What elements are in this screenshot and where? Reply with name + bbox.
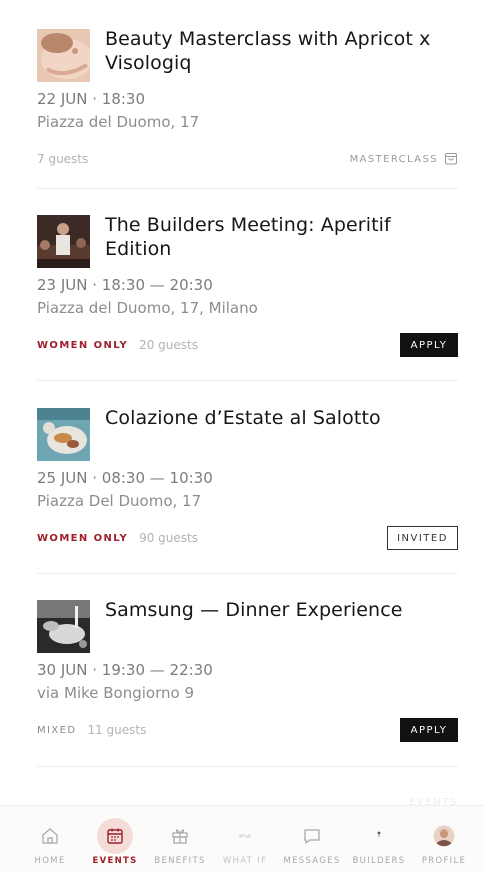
event-card[interactable]: Samsung — Dinner Experience 30 JUN · 19:… — [37, 598, 458, 742]
event-title[interactable]: Beauty Masterclass with Apricot x Visolo… — [105, 27, 445, 75]
event-title[interactable]: Colazione d’Estate al Salotto — [105, 406, 445, 430]
tab-events[interactable]: EVENTS — [82, 806, 148, 872]
event-datetime: 30 JUN · 19:30 — 22:30 — [37, 661, 213, 679]
event-datetime: 25 JUN · 08:30 — 10:30 — [37, 469, 213, 487]
women-only-tag: WOMEN ONLY — [37, 339, 129, 351]
event-datetime: 22 JUN · 18:30 — [37, 90, 146, 108]
guest-count: 90 guests — [139, 531, 198, 545]
calendar-icon — [97, 818, 133, 854]
avatar-icon — [426, 818, 462, 854]
event-thumbnail — [37, 600, 90, 653]
tab-label: MESSAGES — [283, 856, 341, 866]
event-card[interactable]: Colazione d’Estate al Salotto 25 JUN · 0… — [37, 406, 458, 550]
tab-label: EVENTS — [92, 856, 138, 866]
divider — [37, 766, 458, 767]
event-thumbnail — [37, 215, 90, 268]
event-location: Piazza Del Duomo, 17 — [37, 492, 202, 510]
bottom-tab-bar: HOME EVENTS BENEFITS WHAT IF MESSAGES BU… — [0, 805, 484, 872]
builders-icon — [361, 818, 397, 854]
tab-profile[interactable]: PROFILE — [411, 806, 477, 872]
tab-label: WHAT IF — [222, 856, 268, 866]
tab-what-if[interactable]: WHAT IF — [212, 806, 278, 872]
home-icon — [32, 818, 68, 854]
divider — [37, 573, 458, 574]
event-card[interactable]: Beauty Masterclass with Apricot x Visolo… — [37, 27, 458, 171]
event-title[interactable]: Samsung — Dinner Experience — [105, 598, 445, 622]
tab-label: BUILDERS — [352, 856, 406, 866]
tab-label: HOME — [34, 856, 66, 866]
tab-builders[interactable]: BUILDERS — [346, 806, 412, 872]
divider — [37, 380, 458, 381]
message-icon — [294, 818, 330, 854]
tab-messages[interactable]: MESSAGES — [279, 806, 345, 872]
tab-label: PROFILE — [421, 856, 467, 866]
bag-icon — [444, 150, 458, 169]
apply-button[interactable]: APPLY — [400, 718, 458, 742]
guest-count: 7 guests — [37, 152, 89, 166]
guest-count: 11 guests — [87, 723, 147, 737]
invited-button[interactable]: INVITED — [387, 526, 458, 550]
event-card[interactable]: The Builders Meeting: Aperitif Edition 2… — [37, 213, 458, 357]
event-datetime: 23 JUN · 18:30 — 20:30 — [37, 276, 213, 294]
event-title[interactable]: The Builders Meeting: Aperitif Edition — [105, 213, 445, 261]
tab-benefits[interactable]: BENEFITS — [147, 806, 213, 872]
sparkle-icon — [227, 818, 263, 854]
divider — [37, 188, 458, 189]
guest-count: 20 guests — [139, 338, 198, 352]
tab-home[interactable]: HOME — [17, 806, 83, 872]
event-thumbnail — [37, 408, 90, 461]
gift-icon — [162, 818, 198, 854]
apply-button[interactable]: APPLY — [400, 333, 458, 357]
tab-label: BENEFITS — [154, 856, 206, 866]
event-location: via Mike Bongiorno 9 — [37, 684, 195, 702]
category-label: MASTERCLASS — [349, 153, 438, 165]
event-location: Piazza del Duomo, 17, Milano — [37, 299, 258, 317]
event-thumbnail — [37, 29, 90, 82]
event-location: Piazza del Duomo, 17 — [37, 113, 200, 131]
women-only-tag: WOMEN ONLY — [37, 532, 129, 544]
mixed-tag: MIXED — [37, 724, 77, 736]
